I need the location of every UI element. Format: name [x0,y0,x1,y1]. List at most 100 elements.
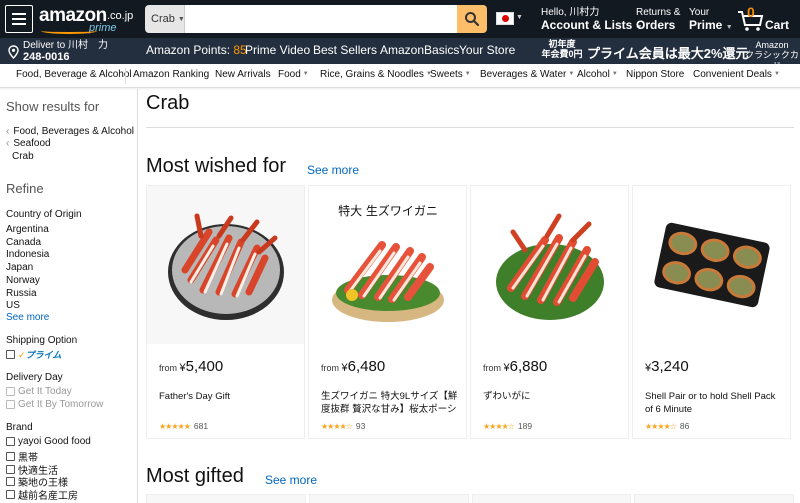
product-image[interactable]: 特大 生ズワイガニ [309,186,466,344]
returns-orders-link[interactable]: Returns & Orders [636,7,680,32]
brand-yayoi-checkbox[interactable]: yayoi Good food [6,436,91,447]
product-card[interactable] [471,494,632,503]
page-title: Crab [146,92,190,114]
prime-badge: ✓プライム [18,350,62,360]
most-wished-see-more-link[interactable]: See more [307,163,359,177]
refine-heading: Refine [6,181,44,196]
checkmark-icon: ✓ [18,350,26,360]
best-sellers-link[interactable]: Best Sellers [313,43,377,57]
product-price: from ¥6,480 [321,358,386,375]
product-name[interactable]: Father's Day Gift [159,390,297,403]
caret-down-icon: ▼ [464,71,471,77]
review-count: 93 [355,421,366,431]
product-rating[interactable]: ★★★★☆ 93 [321,421,365,431]
country-canada[interactable]: Canada [6,237,41,248]
product-card[interactable]: from ¥6,880 ずわいがに ★★★★☆ 189 [470,185,629,439]
cart-button[interactable]: 0 Cart [736,4,796,34]
product-rating[interactable]: ★★★★★ 681 [159,421,208,431]
location-pin-icon [8,45,19,60]
most-wished-heading: Most wished for [146,155,287,177]
most-gifted-see-more-link[interactable]: See more [265,473,317,487]
amazon-logo[interactable]: amazon .co.jp prime [39,2,139,36]
category-food-beverage-alcohol[interactable]: Food, Beverage & Alcohol [16,69,132,80]
caret-down-icon: ▼ [302,71,309,77]
product-name[interactable]: Shell Pair or to hold Shell Pack of 6 Mi… [645,390,783,416]
product-card[interactable]: ¥3,240 Shell Pair or to hold Shell Pack … [632,185,791,439]
category-beverages-water[interactable]: Beverages & Water ▼ [480,69,574,80]
divider [146,127,794,128]
chevron-left-icon: ‹ [6,138,10,149]
shipping-option-label: Shipping Option [6,335,78,346]
product-card[interactable]: 特大 生ズワイガニ from ¥6,480 生ズワイガニ 特大9Lサイズ【鮮度抜… [308,185,467,439]
product-price: from ¥5,400 [159,358,224,375]
promo-small-text[interactable]: 初年度 年会費0円 [541,39,583,60]
get-it-today-checkbox[interactable]: Get It Today [6,386,72,397]
category-convenient-deals[interactable]: Convenient Deals ▼ [693,69,780,80]
country-argentina[interactable]: Argentina [6,224,49,235]
crumb-food-beverages[interactable]: ‹ Food, Beverages & Alcohol [6,126,134,137]
product-card[interactable] [634,494,794,503]
category-nippon-store[interactable]: Nippon Store [626,69,684,80]
caret-down-icon: ▼ [177,15,185,23]
your-prime-menu[interactable]: Your Prime ▼ [689,7,733,31]
prime-card-promo[interactable]: プライム会員は最大2%還元 [587,43,749,62]
prime-video-link[interactable]: Prime Video [245,43,310,57]
get-it-tomorrow-checkbox[interactable]: Get It By Tomorrow [6,399,103,410]
review-count: 189 [517,421,533,431]
crumb-seafood[interactable]: ‹ Seafood [6,138,51,149]
review-count: 681 [193,421,209,431]
refine-sidebar: Show results for ‹ Food, Beverages & Alco… [0,89,138,503]
crumb-crab: Crab [12,151,34,162]
menu-icon[interactable] [5,5,33,33]
japan-flag-icon[interactable] [496,12,514,25]
from-label: from [159,363,180,373]
image-caption: 特大 生ズワイガニ [338,203,438,218]
country-indonesia[interactable]: Indonesia [6,249,49,260]
search-bar: Crab ▼ [145,5,487,33]
country-see-more-link[interactable]: See more [6,312,49,323]
prime-checkbox[interactable]: ✓プライム [6,348,61,361]
crab-platter-image [167,213,284,320]
brand-label: Brand [6,422,33,433]
checkbox[interactable] [6,350,15,359]
category-new-arrivals[interactable]: New Arrivals [215,69,271,80]
search-department-select[interactable]: Crab ▼ [145,5,185,33]
account-lists-menu[interactable]: Hello, 川村力 Account & Lists ▼ [541,7,643,31]
your-store-link[interactable]: Your Store [459,43,515,57]
orders-label: Orders [636,17,676,32]
review-count: 86 [679,421,690,431]
category-amazon-ranking[interactable]: Amazon Ranking [133,69,209,80]
search-department-label: Crab [151,13,175,25]
category-alcohol[interactable]: Alcohol ▼ [577,69,618,80]
from-label: from [321,363,342,373]
snow-crab-image: 特大 生ズワイガニ [331,203,444,322]
country-japan[interactable]: Japan [6,262,33,273]
search-input[interactable] [185,5,457,33]
product-card[interactable] [308,494,469,503]
category-food[interactable]: Food ▼ [278,69,309,80]
caret-down-icon[interactable]: ▼ [516,14,523,21]
caret-down-icon: ▼ [773,71,780,77]
product-card[interactable] [146,494,306,503]
product-name[interactable]: 生ズワイガニ 特大9Lサイズ【鮮度抜群 贅沢な甘み】桜太ポーショ… [321,390,459,416]
amazonbasics-link[interactable]: AmazonBasics [380,43,459,57]
category-rice-grains-noodles[interactable]: Rice, Grains & Noodles ▼ [320,69,432,80]
country-norway[interactable]: Norway [6,275,40,286]
product-price: ¥3,240 [645,358,689,375]
deliver-to-link[interactable]: Deliver to 川村 力 248-0016 [8,40,108,63]
product-card[interactable]: from ¥5,400 Father's Day Gift ★★★★★ 681 [146,185,305,439]
search-icon [465,12,480,27]
country-us[interactable]: US [6,300,20,311]
logo-smile-icon [41,28,97,34]
country-russia[interactable]: Russia [6,288,37,299]
product-image[interactable] [633,186,790,344]
product-image[interactable] [147,186,304,344]
product-rating[interactable]: ★★★★☆ 86 [645,421,689,431]
product-rating[interactable]: ★★★★☆ 189 [483,421,532,431]
search-button[interactable] [457,5,487,33]
brand-echizen-checkbox[interactable]: 越前名産工房 [6,487,78,502]
product-name[interactable]: ずわいがに [483,390,621,403]
category-sweets[interactable]: Sweets ▼ [430,69,471,80]
product-image[interactable] [471,186,628,344]
amazon-points-link[interactable]: Amazon Points: 85 [146,43,247,57]
